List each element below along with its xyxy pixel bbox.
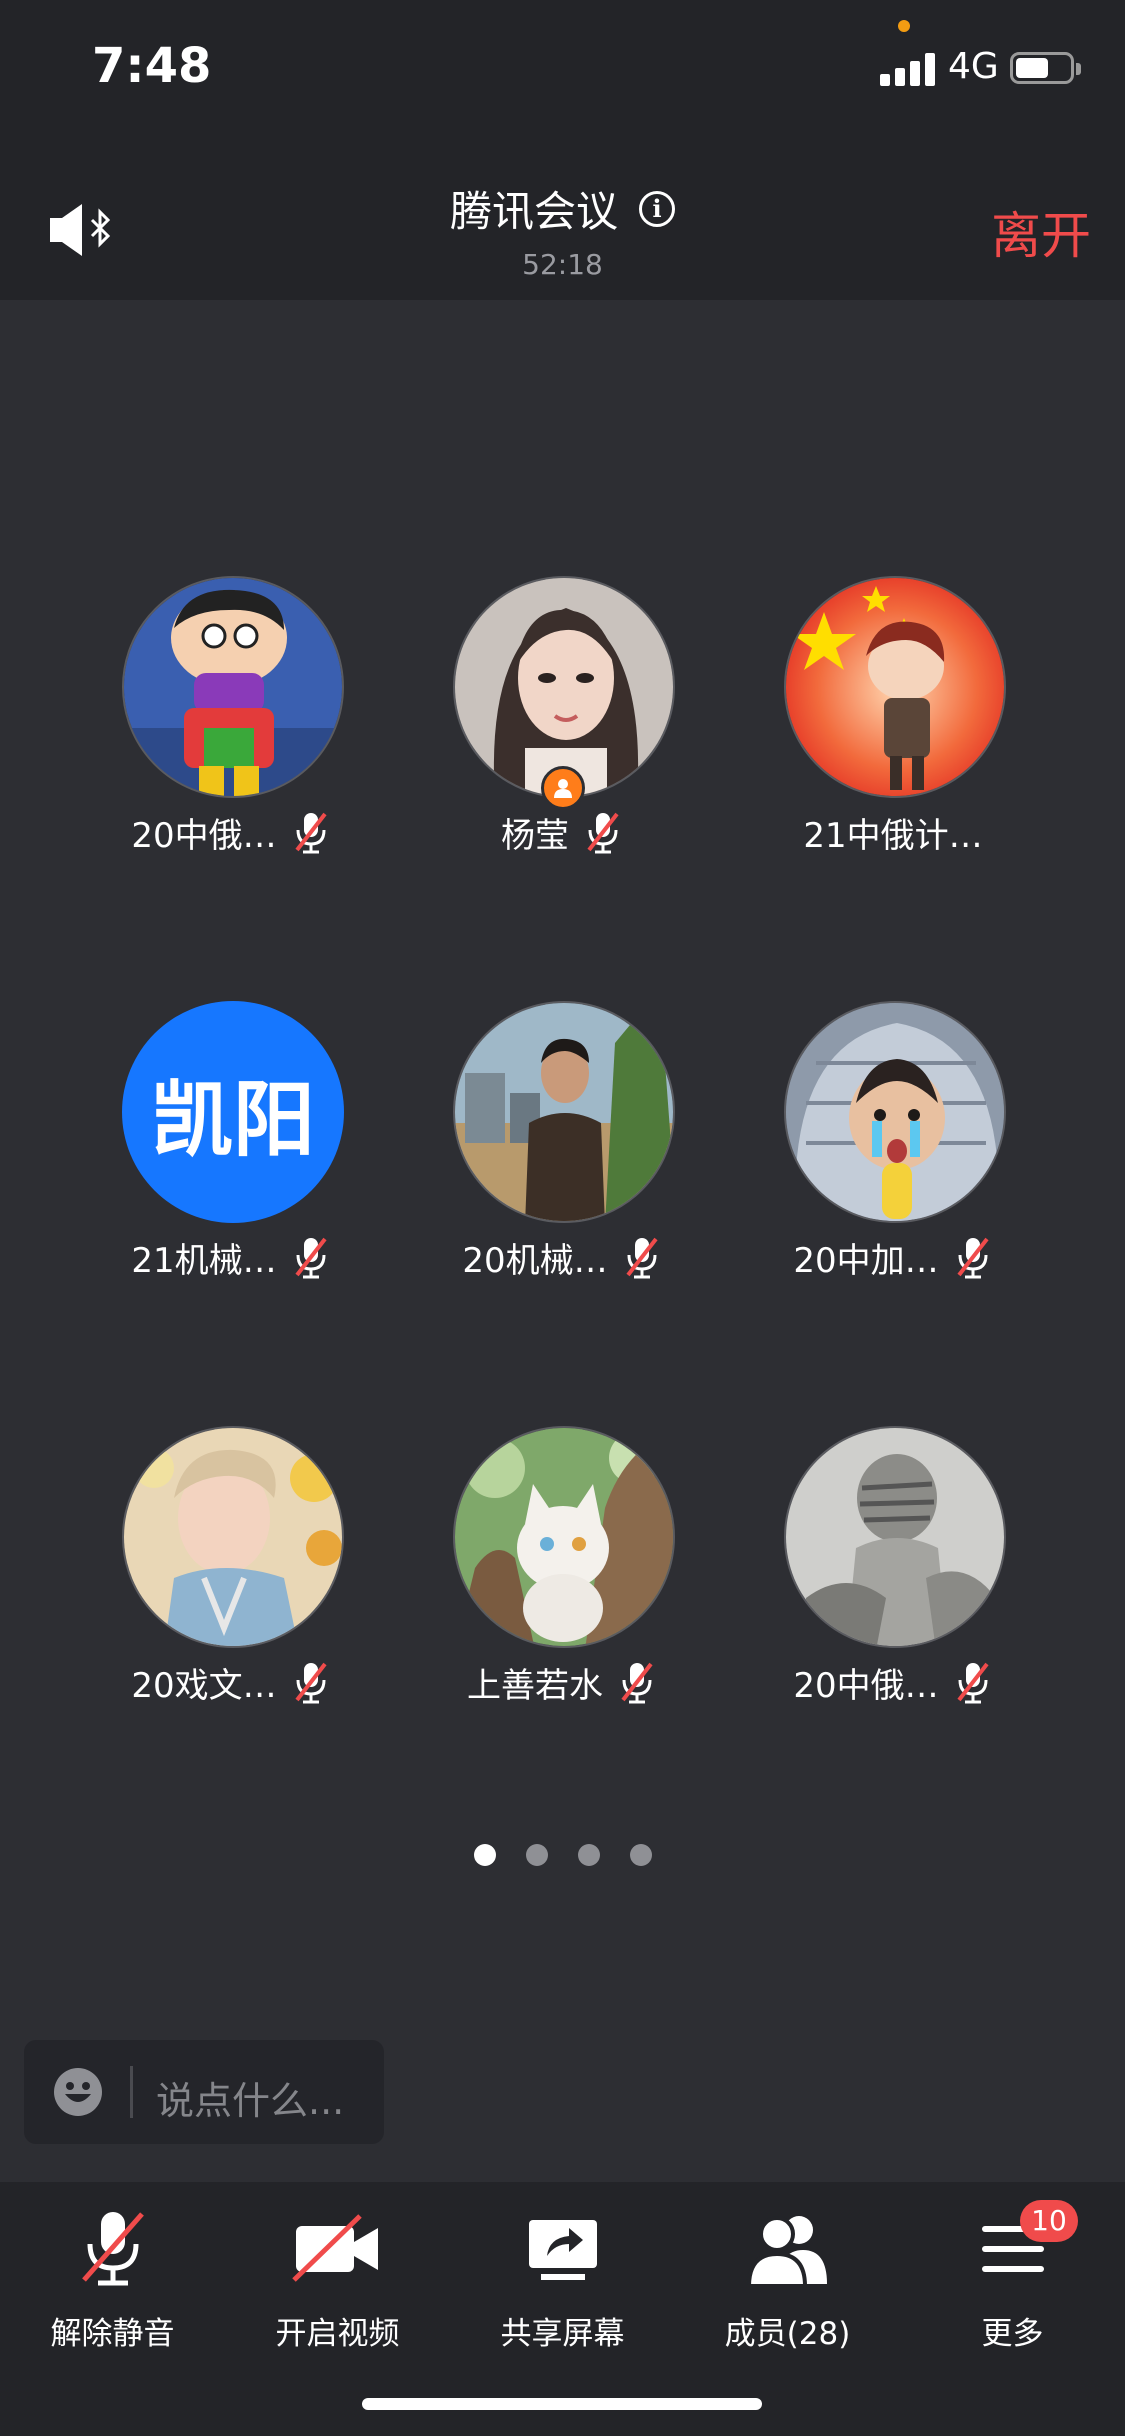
avatar xyxy=(784,1001,1006,1223)
battery-icon xyxy=(1010,52,1081,84)
meeting-title-area: 腾讯会议 i xyxy=(0,178,1125,239)
leave-button[interactable]: 离开 xyxy=(991,196,1091,268)
members-label: 成员(28) xyxy=(724,2316,851,2352)
page-dot-active[interactable] xyxy=(473,1844,496,1866)
share-screen-button[interactable]: 共享屏幕 xyxy=(450,2208,675,2353)
page-indicator[interactable] xyxy=(0,1844,1125,1866)
participant-name-row: 20戏文… xyxy=(66,1652,396,1712)
page-dot[interactable] xyxy=(577,1844,600,1866)
participant-name: 21机械… xyxy=(131,1240,277,1281)
unmute-button[interactable]: 解除静音 xyxy=(0,2208,225,2353)
participant-name: 20机械… xyxy=(462,1240,608,1281)
divider xyxy=(130,2066,133,2118)
page-dot[interactable] xyxy=(525,1844,548,1866)
participant-name: 杨莹 xyxy=(501,815,569,856)
mic-off-icon xyxy=(621,1662,653,1704)
chat-input[interactable]: 说点什么... xyxy=(24,2040,384,2144)
mic-off-icon xyxy=(295,812,327,854)
participant-name: 20中俄… xyxy=(131,815,277,856)
avatar: 凯阳 xyxy=(122,1001,344,1223)
unmute-label: 解除静音 xyxy=(50,2316,175,2352)
share-screen-icon xyxy=(528,2220,597,2280)
avatar xyxy=(122,1426,344,1648)
mic-off-icon xyxy=(587,812,619,854)
participant-name-row: 21机械… xyxy=(66,1227,396,1287)
mic-off-icon xyxy=(957,1237,989,1279)
video-off-icon xyxy=(291,2214,378,2282)
avatar xyxy=(453,1426,675,1648)
participant-name-row: 杨莹 xyxy=(397,802,727,862)
top-bar: 7:48 4G 腾讯会议 i 52:18 离开 xyxy=(0,0,1125,300)
participant-name-row: 20机械… xyxy=(397,1227,727,1287)
mic-off-icon xyxy=(626,1237,658,1279)
avatar xyxy=(453,1001,675,1223)
participant-name: 上善若水 xyxy=(467,1665,603,1706)
avatar xyxy=(122,576,344,798)
privacy-indicator-dot xyxy=(898,20,910,32)
signal-icon xyxy=(880,52,936,86)
mic-off-icon xyxy=(81,2212,144,2286)
info-icon[interactable]: i xyxy=(639,190,676,227)
participant-name-row: 20中俄… xyxy=(728,1652,1058,1712)
start-video-label: 开启视频 xyxy=(275,2316,400,2352)
meeting-duration: 52:18 xyxy=(522,248,603,281)
participant-name-row: 上善若水 xyxy=(397,1652,727,1712)
avatar xyxy=(453,576,675,798)
participant-name: 20中加… xyxy=(793,1240,939,1281)
more-button[interactable]: 10 更多 xyxy=(900,2200,1125,2353)
mic-off-icon xyxy=(295,1237,327,1279)
start-video-button[interactable]: 开启视频 xyxy=(225,2208,450,2353)
more-label: 更多 xyxy=(981,2316,1044,2352)
participant-name-row: 21中俄计… xyxy=(728,802,1058,862)
emoji-icon[interactable] xyxy=(52,2066,104,2118)
avatar xyxy=(784,1426,1006,1648)
chat-placeholder: 说点什么... xyxy=(156,2079,345,2123)
meeting-title: 腾讯会议 xyxy=(449,187,618,236)
participant-name: 21中俄计… xyxy=(803,815,983,856)
members-icon xyxy=(746,2216,827,2288)
page-dot[interactable] xyxy=(629,1844,652,1866)
participant-name: 20中俄… xyxy=(793,1665,939,1706)
avatar xyxy=(784,576,1006,798)
participant-name: 20戏文… xyxy=(131,1665,277,1706)
share-screen-label: 共享屏幕 xyxy=(500,2316,625,2352)
members-button[interactable]: 成员(28) xyxy=(675,2208,900,2353)
home-indicator[interactable] xyxy=(362,2398,762,2410)
mic-off-icon xyxy=(957,1662,989,1704)
notification-badge: 10 xyxy=(1020,2200,1078,2242)
participant-name-row: 20中加… xyxy=(728,1227,1058,1287)
mic-off-icon xyxy=(295,1662,327,1704)
status-time: 7:48 xyxy=(92,38,212,94)
participant-name-row: 20中俄… xyxy=(66,802,396,862)
network-label: 4G xyxy=(948,46,999,87)
